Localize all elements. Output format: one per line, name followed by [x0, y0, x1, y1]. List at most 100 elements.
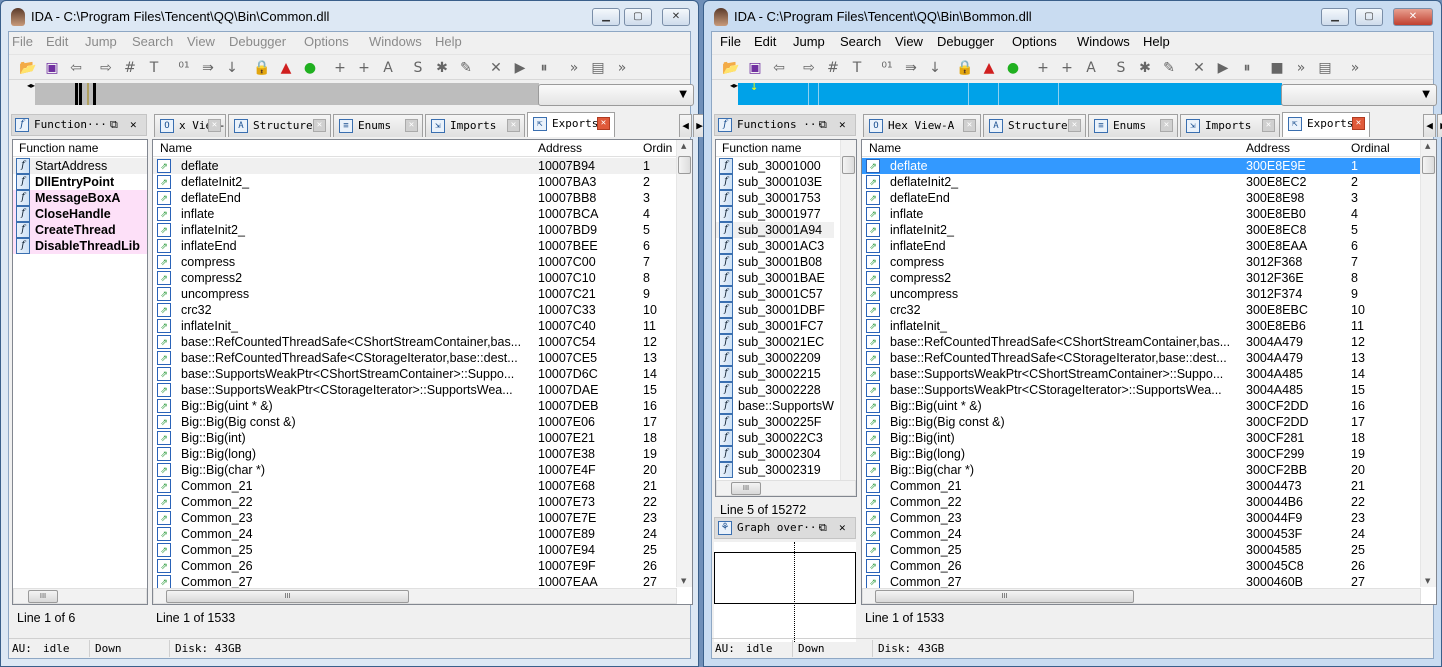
- function-row[interactable]: f DllEntryPoint: [13, 174, 147, 190]
- function-row[interactable]: f sub_300021EC: [716, 334, 834, 350]
- export-row[interactable]: ⇗ Big::Big(uint * &) 300CF2DD 16: [862, 398, 1421, 414]
- title-bar[interactable]: IDA - C:\Program Files\Tencent\QQ\Bin\Co…: [1, 1, 698, 31]
- menu-help[interactable]: Help: [435, 34, 462, 49]
- menu-search[interactable]: Search: [840, 34, 881, 49]
- export-row[interactable]: ⇗ uncompress 10007C21 9: [153, 286, 677, 302]
- export-row[interactable]: ⇗ Common_25 10007E94 25: [153, 542, 677, 558]
- output-icon[interactable]: ▤: [1316, 59, 1334, 77]
- export-row[interactable]: ⇗ inflateInit2_ 300E8EC8 5: [862, 222, 1421, 238]
- function-row[interactable]: f MessageBoxA: [13, 190, 147, 206]
- graph-overview-canvas[interactable]: [714, 542, 856, 642]
- menu-view[interactable]: View: [895, 34, 923, 49]
- function-row[interactable]: f DisableThreadLib: [13, 238, 147, 254]
- forward-icon[interactable]: ⇨: [97, 59, 115, 77]
- back-icon[interactable]: ⇦: [67, 59, 85, 77]
- export-row[interactable]: ⇗ Big::Big(long) 300CF299 19: [862, 446, 1421, 462]
- scrollbar-thumb[interactable]: [842, 156, 855, 174]
- delete-icon[interactable]: ✕: [487, 59, 505, 77]
- function-row[interactable]: f StartAddress: [13, 158, 147, 174]
- tab-close-icon[interactable]: ✕: [963, 119, 976, 132]
- menu-search[interactable]: Search: [132, 34, 173, 49]
- close-panel-icon[interactable]: ✕: [130, 115, 137, 135]
- exports-horizontal-scrollbar[interactable]: III: [862, 588, 1421, 604]
- jump-down-icon[interactable]: ↓: [223, 59, 241, 77]
- warning-icon[interactable]: ▲: [980, 59, 998, 77]
- function-row[interactable]: f sub_3000103E: [716, 174, 834, 190]
- menu-file[interactable]: File: [12, 34, 33, 49]
- export-row[interactable]: ⇗ deflateInit2_ 300E8EC2 2: [862, 174, 1421, 190]
- functions-vertical-scrollbar[interactable]: [840, 140, 856, 480]
- function-row[interactable]: f base::SupportsW: [716, 398, 834, 414]
- search-next-icon[interactable]: ⇛: [199, 59, 217, 77]
- export-row[interactable]: ⇗ deflateEnd 300E8E98 3: [862, 190, 1421, 206]
- graph-overview-header[interactable]: ⚘ Graph over··· ⧉ ✕: [714, 517, 856, 539]
- exports-list-header[interactable]: Name Address Ordin: [153, 140, 692, 157]
- export-row[interactable]: ⇗ Common_21 10007E68 21: [153, 478, 677, 494]
- struct-icon[interactable]: S: [409, 59, 427, 77]
- lock-icon[interactable]: 🔒: [253, 59, 271, 77]
- maximize-button[interactable]: ▢: [1355, 8, 1383, 26]
- menu-windows[interactable]: Windows: [1077, 34, 1130, 49]
- export-row[interactable]: ⇗ base::SupportsWeakPtr<CStorageIterator>…: [862, 382, 1421, 398]
- export-row[interactable]: ⇗ deflate 10007B94 1: [153, 158, 677, 174]
- function-row[interactable]: f sub_30001A94: [716, 222, 834, 238]
- export-row[interactable]: ⇗ Common_23 10007E7E 23: [153, 510, 677, 526]
- close-button[interactable]: ✕: [1393, 8, 1433, 26]
- export-row[interactable]: ⇗ Common_24 3000453F 24: [862, 526, 1421, 542]
- tab-close-icon[interactable]: ✕: [1262, 119, 1275, 132]
- close-panel-icon[interactable]: ✕: [839, 518, 846, 538]
- functions-list-header[interactable]: Function name: [13, 140, 147, 157]
- float-window-icon[interactable]: ⧉: [110, 115, 118, 135]
- minimize-button[interactable]: ▁: [1321, 8, 1349, 26]
- float-window-icon[interactable]: ⧉: [819, 115, 827, 135]
- function-row[interactable]: f CreateThread: [13, 222, 147, 238]
- export-row[interactable]: ⇗ base::RefCountedThreadSafe<CShortStream…: [862, 334, 1421, 350]
- exports-list-header[interactable]: Name Address Ordinal: [862, 140, 1436, 157]
- stop-icon[interactable]: ■: [1268, 59, 1286, 77]
- search-code-icon[interactable]: #: [824, 59, 842, 77]
- tab-exports[interactable]: ⇱ Exports ✕: [1282, 112, 1370, 137]
- function-row[interactable]: f CloseHandle: [13, 206, 147, 222]
- exports-vertical-scrollbar[interactable]: ▲ ▼: [1420, 140, 1436, 587]
- search-next-icon[interactable]: ⇛: [902, 59, 920, 77]
- scrollbar-thumb[interactable]: [1422, 156, 1435, 174]
- menu-view[interactable]: View: [187, 34, 215, 49]
- search-text-icon[interactable]: T: [848, 59, 866, 77]
- function-row[interactable]: f sub_3000225F: [716, 414, 834, 430]
- export-row[interactable]: ⇗ Common_22 10007E73 22: [153, 494, 677, 510]
- scrollbar-thumb[interactable]: III: [166, 590, 409, 603]
- menu-options[interactable]: Options: [304, 34, 349, 49]
- export-row[interactable]: ⇗ crc32 10007C33 10: [153, 302, 677, 318]
- search-binary-icon[interactable]: ⁰¹: [175, 59, 193, 77]
- tab-structures[interactable]: A Structures ✕: [983, 114, 1086, 137]
- functions-panel-header[interactable]: f Functions ··· ⧉ ✕: [714, 114, 856, 136]
- export-row[interactable]: ⇗ base::SupportsWeakPtr<CShortStreamConta…: [862, 366, 1421, 382]
- menu-edit[interactable]: Edit: [46, 34, 68, 49]
- function-row[interactable]: f sub_30001BAE: [716, 270, 834, 286]
- export-row[interactable]: ⇗ Big::Big(int) 10007E21 18: [153, 430, 677, 446]
- scroll-up-icon[interactable]: ▲: [681, 142, 686, 150]
- export-row[interactable]: ⇗ Big::Big(Big const &) 10007E06 17: [153, 414, 677, 430]
- function-row[interactable]: f sub_30001000: [716, 158, 834, 174]
- function-row[interactable]: f sub_30001977: [716, 206, 834, 222]
- export-row[interactable]: ⇗ Big::Big(uint * &) 10007DEB 16: [153, 398, 677, 414]
- exports-vertical-scrollbar[interactable]: ▲ ▼: [676, 140, 692, 587]
- data-icon[interactable]: +: [355, 59, 373, 77]
- tab-close-icon[interactable]: ✕: [507, 119, 520, 132]
- tab-imports[interactable]: ⇲ Imports ✕: [1180, 114, 1280, 137]
- functions-panel-header[interactable]: f Function··· ⧉ ✕: [11, 114, 147, 136]
- export-row[interactable]: ⇗ Common_23 300044F9 23: [862, 510, 1421, 526]
- function-row[interactable]: f sub_30001753: [716, 190, 834, 206]
- tab-close-icon[interactable]: ✕: [405, 119, 418, 132]
- scrollbar-thumb[interactable]: III: [28, 590, 58, 603]
- scroll-down-icon[interactable]: ▼: [681, 577, 686, 585]
- export-row[interactable]: ⇗ base::SupportsWeakPtr<CShortStreamConta…: [153, 366, 677, 382]
- forward-icon[interactable]: ⇨: [800, 59, 818, 77]
- pause-icon[interactable]: ⏸: [535, 59, 553, 77]
- export-row[interactable]: ⇗ inflate 10007BCA 4: [153, 206, 677, 222]
- tab-close-icon[interactable]: ✕: [1160, 119, 1173, 132]
- tab-close-icon[interactable]: ✕: [597, 117, 610, 130]
- scrollbar-thumb[interactable]: [678, 156, 691, 174]
- edit-icon[interactable]: ✎: [457, 59, 475, 77]
- function-row[interactable]: f sub_30002304: [716, 446, 834, 462]
